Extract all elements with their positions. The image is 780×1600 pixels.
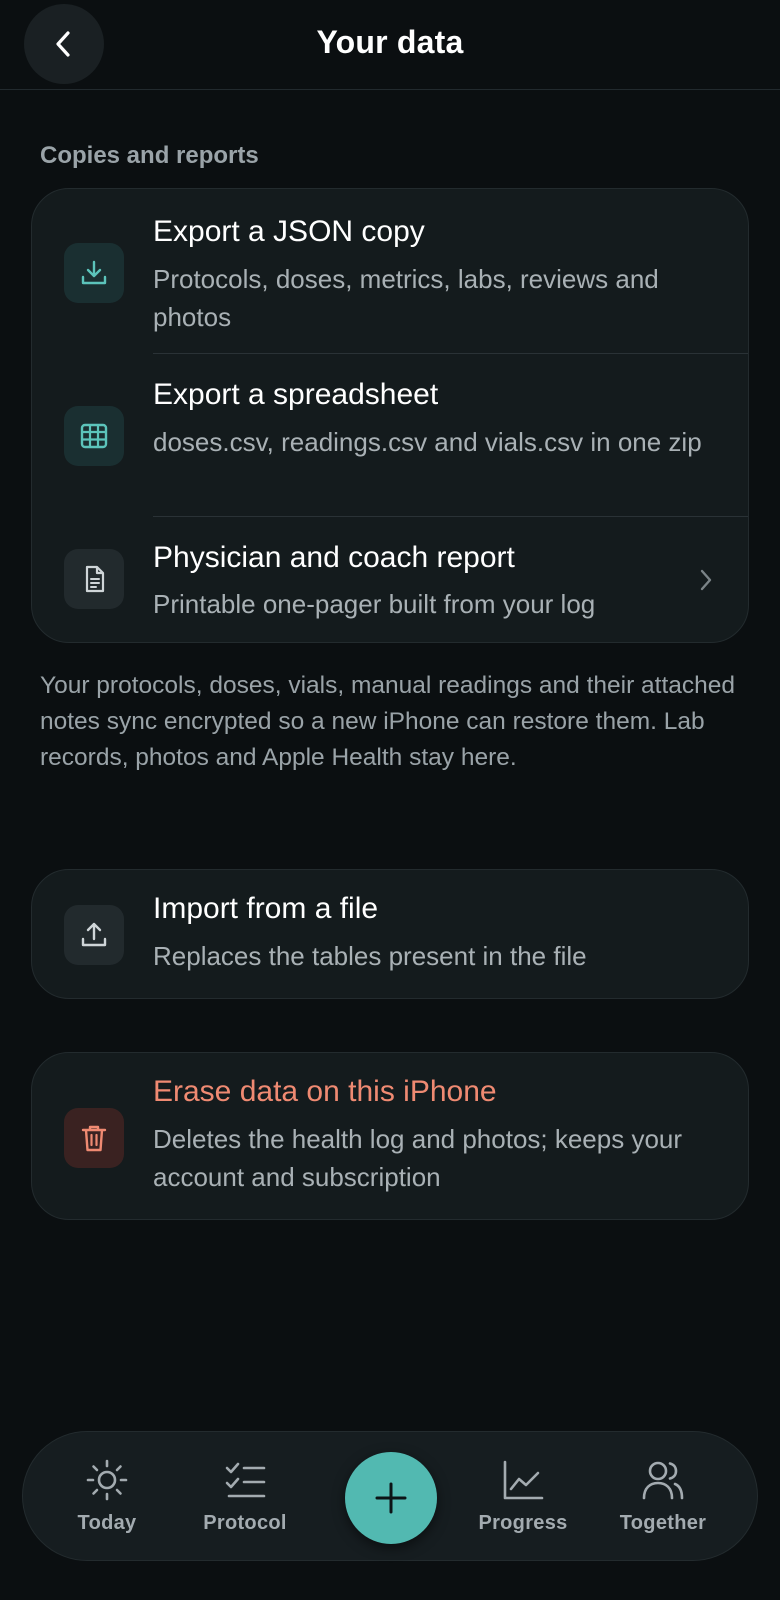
trash-icon bbox=[64, 1108, 124, 1168]
chart-icon bbox=[503, 1460, 544, 1500]
tab-protocol[interactable]: Protocol bbox=[175, 1432, 315, 1562]
row-title: Export a JSON copy bbox=[153, 215, 425, 248]
row-title: Export a spreadsheet bbox=[153, 378, 439, 411]
nav-header: Your data bbox=[0, 0, 780, 90]
erase-subtitle: Deletes the health log and photos; keeps… bbox=[153, 1124, 683, 1192]
tab-bar: Today Protocol Progress Together bbox=[22, 1431, 758, 1561]
people-icon bbox=[642, 1461, 684, 1500]
import-title: Import from a file bbox=[153, 892, 379, 925]
sync-footnote: Your protocols, doses, vials, manual rea… bbox=[40, 672, 736, 771]
tab-together[interactable]: Together bbox=[593, 1432, 733, 1562]
tab-progress[interactable]: Progress bbox=[453, 1432, 593, 1562]
tab-label: Progress bbox=[478, 1512, 568, 1534]
copies-card: Export a JSON copy Protocols, doses, met… bbox=[31, 188, 749, 643]
tab-label: Protocol bbox=[203, 1512, 287, 1534]
export-spreadsheet-row[interactable]: Export a spreadsheet doses.csv, readings… bbox=[32, 354, 748, 516]
import-subtitle: Replaces the tables present in the file bbox=[153, 941, 587, 971]
tab-label: Together bbox=[619, 1512, 707, 1534]
physician-report-row[interactable]: Physician and coach report Printable one… bbox=[32, 517, 748, 642]
document-icon bbox=[64, 549, 124, 609]
row-subtitle: Protocols, doses, metrics, labs, reviews… bbox=[153, 264, 659, 332]
upload-icon bbox=[64, 905, 124, 965]
page-title: Your data bbox=[316, 24, 464, 60]
table-icon bbox=[64, 406, 124, 466]
sun-icon bbox=[86, 1459, 128, 1501]
erase-card[interactable]: Erase data on this iPhone Deletes the he… bbox=[31, 1052, 749, 1220]
erase-title: Erase data on this iPhone bbox=[153, 1075, 497, 1108]
row-subtitle: doses.csv, readings.csv and vials.csv in… bbox=[153, 427, 702, 457]
checklist-icon bbox=[225, 1462, 266, 1498]
download-icon bbox=[64, 243, 124, 303]
your-data-screen: Your data Copies and reports Export a JS… bbox=[0, 0, 780, 1600]
row-subtitle: Printable one-pager built from your log bbox=[153, 589, 596, 619]
section-label-copies: Copies and reports bbox=[40, 142, 259, 169]
add-button[interactable] bbox=[345, 1452, 437, 1544]
plus-icon bbox=[375, 1482, 407, 1514]
export-json-row[interactable]: Export a JSON copy Protocols, doses, met… bbox=[32, 189, 748, 353]
import-card[interactable]: Import from a file Replaces the tables p… bbox=[31, 869, 749, 999]
chevron-right-icon bbox=[700, 569, 712, 591]
tab-label: Today bbox=[77, 1512, 137, 1534]
row-title: Physician and coach report bbox=[153, 541, 515, 574]
tab-today[interactable]: Today bbox=[37, 1432, 177, 1562]
